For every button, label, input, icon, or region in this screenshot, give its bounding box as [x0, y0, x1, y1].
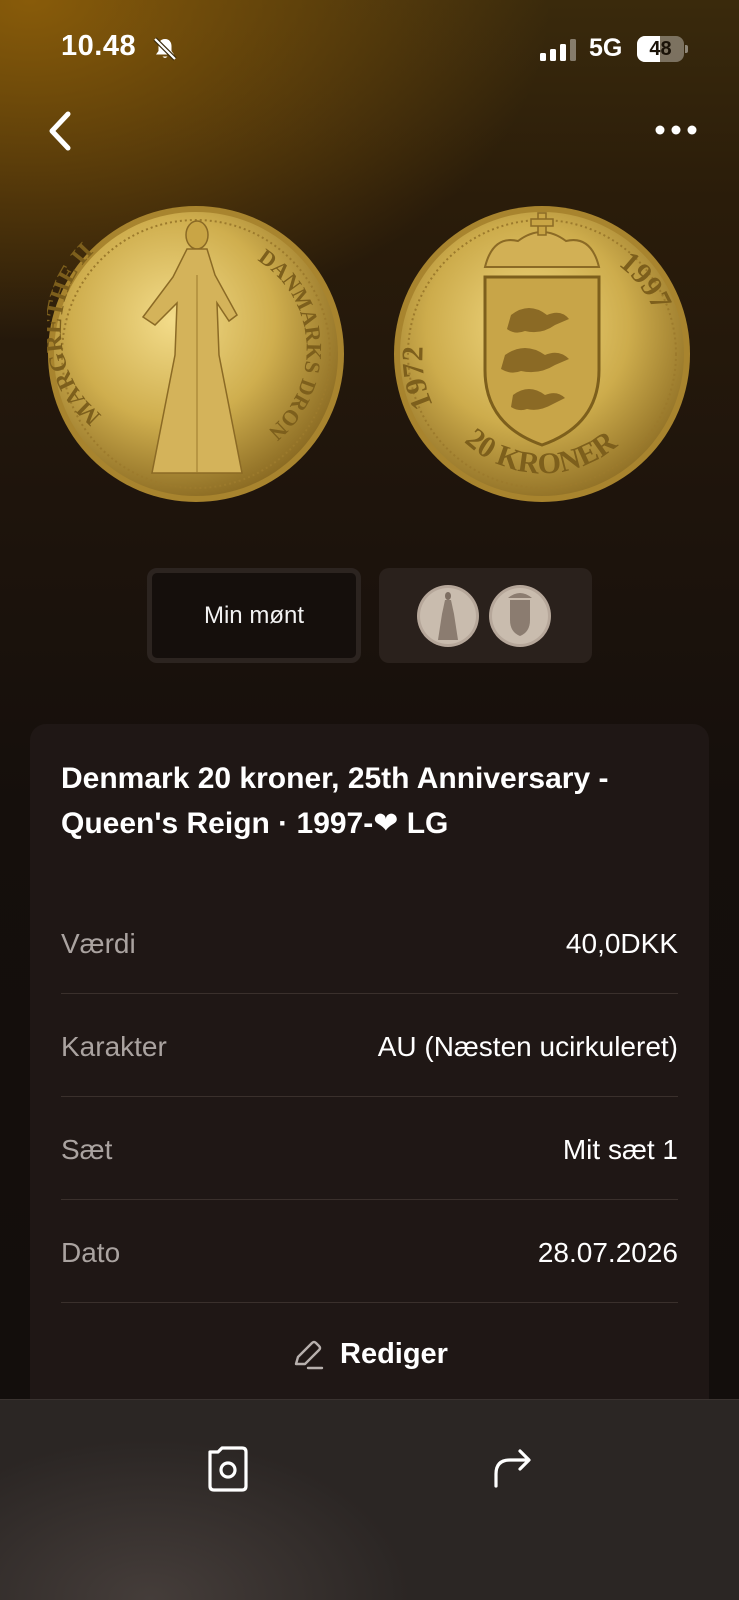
my-coin-image-button[interactable]: Min mønt [147, 568, 361, 663]
my-coin-label: Min mønt [203, 602, 304, 629]
ellipsis-icon [655, 125, 697, 135]
camera-icon [208, 1446, 248, 1492]
status-time: 10.48 [61, 30, 137, 62]
battery-level: 48 [649, 38, 672, 60]
value-amount: 40,0DKK [565, 928, 678, 959]
network-type: 5G [589, 34, 623, 62]
grade-value: AU (Næsten ucirkuleret) [377, 1031, 678, 1062]
battery-indicator: 48 [637, 36, 689, 62]
date-value: 28.07.2026 [537, 1237, 678, 1268]
grade-label: Karakter [61, 1031, 167, 1062]
camera-button[interactable] [200, 1440, 256, 1496]
divider [61, 1199, 678, 1200]
edit-button[interactable]: Rediger [290, 1330, 460, 1380]
share-icon [494, 1449, 531, 1488]
coat-of-arms-shield [483, 275, 601, 447]
set-value: Mit sæt 1 [562, 1134, 678, 1165]
divider [61, 993, 678, 994]
divider [61, 1302, 678, 1303]
coin-obverse-image[interactable]: MARGRETHE II DANMARKS DRONNING [47, 205, 345, 503]
share-button[interactable] [486, 1440, 542, 1496]
toolbar-divider [0, 1399, 739, 1400]
pencil-icon [294, 1340, 324, 1370]
heart-icon: ❤ [373, 807, 399, 840]
coin-title: Denmark 20 kroner, 25th Anniversary - Qu… [61, 762, 609, 840]
date-label: Dato [61, 1237, 121, 1268]
back-button[interactable] [40, 106, 84, 156]
chevron-left-icon [49, 111, 71, 151]
divider [61, 1096, 678, 1097]
bottom-toolbar [0, 1399, 739, 1600]
edit-label: Rediger [340, 1338, 448, 1370]
reference-obverse-thumbnail [417, 585, 479, 647]
coin-reverse-image[interactable]: 1972 1997 20 KRONER [393, 205, 691, 503]
reference-reverse-thumbnail [489, 585, 551, 647]
set-label: Sæt [61, 1134, 113, 1165]
value-label: Værdi [61, 928, 136, 959]
signal-icon [540, 39, 576, 61]
bell-slash-icon [153, 37, 177, 61]
more-options-button[interactable] [650, 110, 702, 150]
reference-images-button[interactable] [379, 568, 592, 663]
